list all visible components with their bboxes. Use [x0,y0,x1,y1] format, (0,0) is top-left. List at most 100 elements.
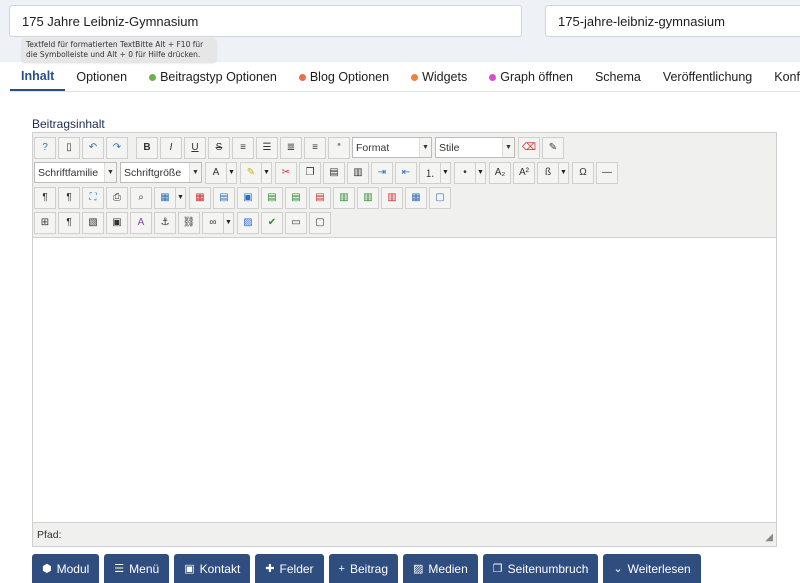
paste-icon[interactable]: ▤ [323,161,345,184]
font-size-select[interactable]: Schriftgröße ▼ [120,162,202,183]
highlight-pen-icon[interactable]: ✎ [240,161,262,184]
eraser-icon[interactable]: ⌫ [518,136,540,159]
bullet-list-dropdown[interactable]: ▼ [476,161,486,184]
visual-aid-icon[interactable]: ⊞ [34,211,56,234]
blockquote-icon[interactable]: “ [328,136,350,159]
superscript-icon[interactable]: A² [513,161,535,184]
table-dropdown[interactable]: ▼ [176,186,186,209]
style-select-value: Stile [439,141,460,154]
copy-icon[interactable]: ❐ [299,161,321,184]
modul-button[interactable]: ⬢ Modul [32,554,100,583]
link-icon[interactable]: ∞ [202,211,224,234]
style-select[interactable]: Stile ▼ [435,137,515,158]
cleanup-broom-icon[interactable]: ✎ [542,136,564,159]
bold-icon[interactable]: B [136,136,158,159]
special-char-dropdown[interactable]: ▼ [559,161,569,184]
kontakt-button[interactable]: ▣ Kontakt [174,554,251,583]
subscript-icon[interactable]: A₂ [489,161,511,184]
anchor-icon[interactable]: ⚓ [154,211,176,234]
title-input[interactable]: 175 Jahre Leibniz-Gymnasium [9,5,522,37]
tab-schema[interactable]: Schema [584,62,652,92]
tab-widgets[interactable]: Widgets [400,62,478,92]
insert-row-after-icon[interactable]: ▤ [285,186,307,209]
fullscreen-icon[interactable]: ⛶ [82,186,104,209]
button-label: Menü [129,561,160,576]
outdent-icon[interactable]: ⇤ [395,161,417,184]
unlink-icon[interactable]: ⛓ [178,211,200,234]
template-icon[interactable]: ▧ [82,211,104,234]
undo-icon[interactable]: ↶ [82,136,104,159]
insert-col-before-icon[interactable]: ▥ [333,186,355,209]
style-props-icon[interactable]: A [130,211,152,234]
indent-icon[interactable]: ⇥ [371,161,393,184]
tab-beitragstyp-optionen[interactable]: Beitragstyp Optionen [138,62,288,92]
cell-props-icon[interactable]: ▣ [237,186,259,209]
redo-icon[interactable]: ↷ [106,136,128,159]
align-right-icon[interactable]: ≡ [304,136,326,159]
text-color-icon[interactable]: A [205,161,227,184]
tab-veröffentlichung[interactable]: Veröffentlichung [652,62,763,92]
find-icon[interactable]: ⌕ [130,186,152,209]
split-cells-icon[interactable]: ▦ [405,186,427,209]
table-icon[interactable]: ▦ [154,186,176,209]
insert-col-after-icon[interactable]: ▥ [357,186,379,209]
button-label: Seitenumbruch [507,561,589,576]
tab-blog-optionen[interactable]: Blog Optionen [288,62,400,92]
italic-icon[interactable]: I [160,136,182,159]
delete-table-icon[interactable]: ▦ [189,186,211,209]
strikethrough-icon[interactable]: S [208,136,230,159]
show-blocks-icon[interactable]: ¶ [58,211,80,234]
format-select[interactable]: Format ▼ [352,137,432,158]
chevron-down-icon: ▼ [502,138,514,157]
numbered-list-dropdown[interactable]: ▼ [441,161,451,184]
underline-icon[interactable]: U [184,136,206,159]
felder-button[interactable]: ✚ Felder [255,554,324,583]
help-icon[interactable]: ? [34,136,56,159]
rtl-icon[interactable]: ¶ [58,186,80,209]
tab-optionen[interactable]: Optionen [65,62,138,92]
align-left-icon[interactable]: ≣ [280,136,302,159]
resize-handle-icon[interactable]: ◢ [765,532,773,543]
tab-konfiguri[interactable]: Konfiguri [763,62,800,92]
medien-button[interactable]: ▨ Medien [403,554,478,583]
new-document-icon[interactable]: ▯ [58,136,80,159]
menü-button[interactable]: ☰ Menü [104,554,170,583]
beitrag-button[interactable]: + Beitrag [328,554,399,583]
link-dropdown[interactable]: ▼ [224,211,234,234]
seitenumbruch-button[interactable]: ❐ Seitenumbruch [482,554,599,583]
tab-graph-öffnen[interactable]: Graph öffnen [478,62,584,92]
editor-toolbar: ? ▯ ↶ ↷ B I U S ≡ ☰ ≣ ≡ “ Format ▼ Stile ▼… [33,133,776,237]
align-justify-icon[interactable]: ≡ [232,136,254,159]
ltr-icon[interactable]: ¶ [34,186,56,209]
font-family-select[interactable]: Schriftfamilie ▼ [34,162,117,183]
merge-cells-icon[interactable]: ▢ [429,186,451,209]
tab-label: Veröffentlichung [662,70,753,84]
row-props-icon[interactable]: ▤ [213,186,235,209]
paste-text-icon[interactable]: ▥ [347,161,369,184]
weiterlesen-button[interactable]: ⌄ Weiterlesen [603,554,701,583]
delete-col-icon[interactable]: ▥ [381,186,403,209]
special-char-icon[interactable]: ß [537,161,559,184]
horizontal-rule-icon[interactable]: — [596,161,618,184]
delete-row-icon[interactable]: ▤ [309,186,331,209]
spellcheck-icon[interactable]: ✔ [261,211,283,234]
code-view-icon[interactable]: ▭ [285,211,307,234]
cube-icon: ⬢ [42,563,52,575]
button-label: Modul [56,561,90,576]
toolbar-row-1: ? ▯ ↶ ↷ B I U S ≡ ☰ ≣ ≡ “ Format ▼ Stile ▼… [34,135,775,160]
alias-input[interactable]: 175-jahre-leibniz-gymnasium [545,5,800,37]
image-icon[interactable]: ▨ [237,211,259,234]
omega-icon[interactable]: Ω [572,161,594,184]
highlight-dropdown[interactable]: ▼ [262,161,272,184]
content-edit-area[interactable] [33,237,776,523]
media-icon[interactable]: ▣ [106,211,128,234]
text-color-dropdown[interactable]: ▼ [227,161,237,184]
preview-icon[interactable]: ▢ [309,211,331,234]
insert-row-before-icon[interactable]: ▤ [261,186,283,209]
align-center-icon[interactable]: ☰ [256,136,278,159]
bullet-list-icon[interactable]: • [454,161,476,184]
cut-icon[interactable]: ✂ [275,161,297,184]
tab-inhalt[interactable]: Inhalt [10,62,66,92]
numbered-list-icon[interactable]: ⒈ [419,161,441,184]
print-icon[interactable]: ⎙ [106,186,128,209]
